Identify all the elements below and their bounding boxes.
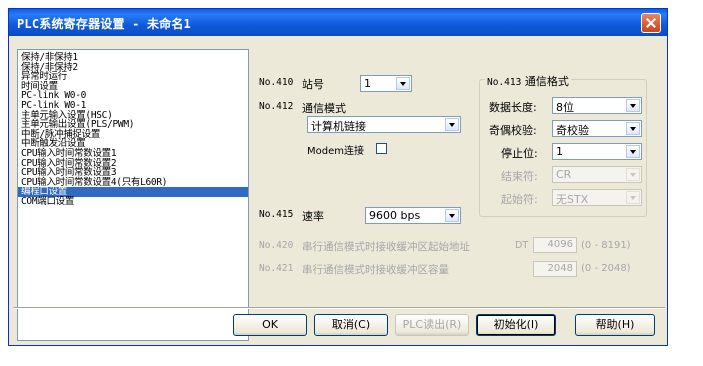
window-title: PLC系统寄存器设置 - 未命名1 (17, 17, 191, 31)
start-char-value: 无STX (556, 193, 589, 206)
help-button[interactable]: 帮助(H) (575, 314, 655, 336)
init-button[interactable]: 初始化(I) (476, 314, 556, 336)
stop-bit-value: 1 (556, 145, 563, 158)
chevron-down-icon[interactable] (445, 118, 459, 131)
data-length-select[interactable]: 8位 (552, 97, 642, 114)
buffer-start-prefix: DT (515, 240, 529, 251)
parity-value: 奇校验 (556, 124, 589, 137)
start-char-label: 起始符: (501, 193, 538, 206)
speed-value: 9600 bps (369, 209, 421, 222)
buffer-size-label: 串行通信模式时接收缓冲区容量 (302, 264, 449, 276)
parity-select[interactable]: 奇校验 (552, 120, 642, 137)
end-char-value: CR (556, 168, 572, 181)
chevron-down-icon (626, 168, 640, 181)
end-char-select[interactable]: CR (552, 166, 642, 183)
comm-format-title: No.413 通信格式 (485, 73, 571, 89)
list-item[interactable]: COM端口设置 (18, 197, 248, 207)
station-value: 1 (364, 77, 371, 90)
comm-mode-select[interactable]: 计算机链接 (307, 116, 461, 133)
chevron-down-icon[interactable] (445, 209, 459, 222)
buffer-size-range: (0 - 2048) (581, 263, 631, 274)
close-icon[interactable] (641, 13, 661, 33)
modem-checkbox[interactable] (376, 143, 387, 154)
data-length-label: 数据长度: (489, 101, 537, 114)
buffer-size-no: No.421 (259, 263, 294, 274)
parity-label: 奇偶校验: (489, 124, 537, 137)
buffer-start-range: (0 - 8191) (581, 240, 631, 251)
buffer-start-no: No.420 (259, 240, 294, 251)
ok-button[interactable]: OK (233, 314, 307, 336)
chevron-down-icon[interactable] (626, 122, 640, 135)
button-separator (13, 307, 665, 309)
chevron-down-icon (626, 191, 640, 204)
comm-format-label: 通信格式 (524, 75, 569, 88)
station-no: No.410 (259, 77, 294, 88)
modem-label: Modem连接 (307, 146, 364, 157)
title-bar[interactable]: PLC系统寄存器设置 - 未命名1 (9, 9, 667, 36)
chevron-down-icon[interactable] (626, 99, 640, 112)
comm-mode-value: 计算机链接 (311, 120, 366, 133)
buffer-start-label: 串行通信模式时接收缓冲区起始地址 (302, 241, 470, 253)
speed-no: No.415 (259, 209, 294, 220)
plc-register-dialog: PLC系统寄存器设置 - 未命名1 保持/非保持1 保持/非保持2 异常时运行 时间设… (8, 8, 668, 346)
end-char-label: 结束符: (501, 170, 538, 183)
data-length-value: 8位 (556, 101, 574, 114)
settings-panel: No.410 站号 1 No.412 通信模式 计算机链接 Modem连接 No… (255, 49, 667, 299)
stop-bit-label: 停止位: (501, 147, 538, 160)
speed-select[interactable]: 9600 bps (365, 207, 461, 224)
chevron-down-icon[interactable] (396, 77, 410, 90)
buffer-start-field[interactable]: 4096 (533, 237, 577, 253)
stop-bit-select[interactable]: 1 (552, 143, 642, 160)
comm-format-no: No.413 (487, 77, 522, 88)
chevron-down-icon[interactable] (626, 145, 640, 158)
category-list[interactable]: 保持/非保持1 保持/非保持2 异常时运行 时间设置 PC-link W0-0 PC-li… (17, 49, 249, 341)
comm-mode-label: 通信模式 (302, 102, 346, 115)
station-select[interactable]: 1 (360, 75, 412, 92)
cancel-button[interactable]: 取消(C) (314, 314, 388, 336)
plc-read-button[interactable]: PLC读出(R) (395, 314, 469, 336)
start-char-select[interactable]: 无STX (552, 189, 642, 206)
comm-mode-no: No.412 (259, 101, 294, 112)
station-label: 站号 (302, 78, 324, 91)
buffer-size-field[interactable]: 2048 (533, 261, 577, 277)
speed-label: 速率 (302, 210, 324, 223)
